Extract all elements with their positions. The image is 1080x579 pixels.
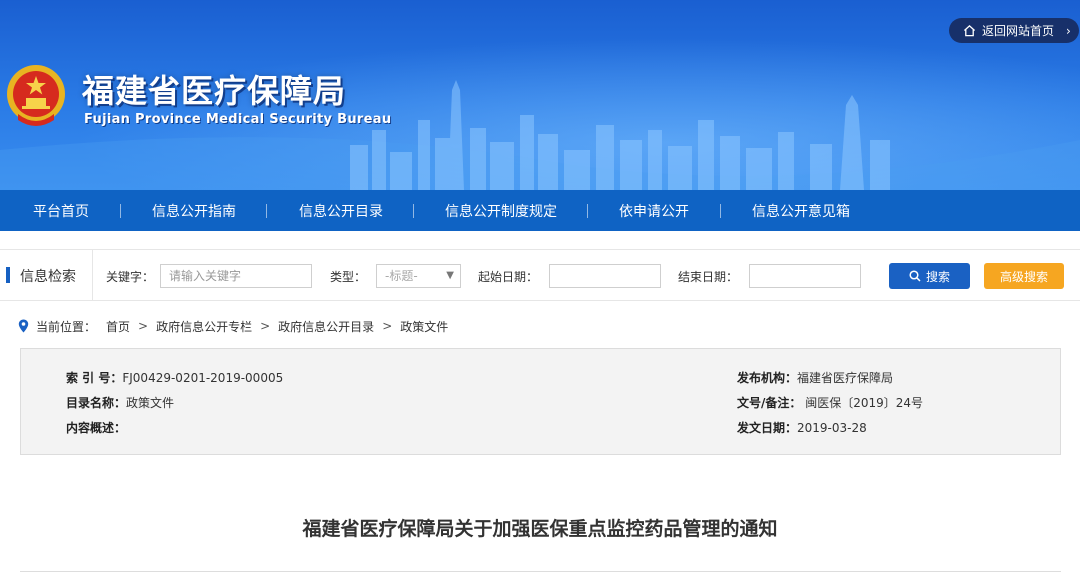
publisher-row: 发布机构：福建省医疗保障局 [737, 369, 893, 386]
chevron-right-icon: › [1066, 23, 1071, 38]
breadcrumb-separator: > [382, 319, 393, 333]
search-section: 信息检索 [0, 250, 93, 300]
breadcrumb-item-catalog[interactable]: 政府信息公开目录 [278, 318, 374, 335]
search-section-label: 信息检索 [20, 269, 76, 285]
nav-separator [266, 203, 267, 218]
type-label: 类型： [330, 270, 367, 284]
nav-item-application[interactable]: 依申请公开 [619, 201, 689, 221]
nav-item-feedback[interactable]: 信息公开意见箱 [752, 201, 850, 221]
advanced-search-button[interactable]: 高级搜索 [984, 263, 1064, 289]
issue-date-key: 发文日期： [737, 421, 798, 435]
issue-date-row: 发文日期：2019-03-28 [737, 419, 867, 436]
start-date-label: 起始日期： [478, 270, 539, 284]
type-select[interactable]: -标题- ▼ [376, 264, 461, 288]
document-number-value: 闽医保〔2019〕24号 [801, 396, 924, 410]
document-metadata-box: 索 引 号：FJ00429-0201-2019-00005 目录名称：政策文件 … [20, 348, 1061, 455]
keyword-input[interactable]: 请输入关键字 [160, 264, 312, 288]
document-title: 福建省医疗保障局关于加强医保重点监控药品管理的通知 [302, 518, 778, 540]
breadcrumb: 当前位置： 首页 > 政府信息公开专栏 > 政府信息公开目录 > 政策文件 [18, 316, 448, 336]
keyword-label: 关键字： [106, 270, 155, 284]
breadcrumb-separator: > [138, 319, 149, 333]
summary-row: 内容概述： [66, 419, 126, 436]
end-date-input[interactable] [749, 264, 861, 288]
return-home-label: 返回网站首页 [982, 24, 1055, 38]
publisher-key: 发布机构： [737, 371, 798, 385]
catalog-key: 目录名称： [66, 396, 127, 410]
return-home-button[interactable]: 返回网站首页 › [949, 18, 1079, 43]
index-number-value: FJ00429-0201-2019-00005 [122, 371, 284, 385]
location-pin-icon [18, 319, 29, 333]
breadcrumb-item-policy[interactable]: 政策文件 [400, 318, 448, 335]
search-button-label: 搜索 [925, 269, 950, 284]
breadcrumb-item-column[interactable]: 政府信息公开专栏 [156, 318, 252, 335]
catalog-value: 政策文件 [126, 396, 175, 410]
nav-item-catalog[interactable]: 信息公开目录 [299, 201, 383, 221]
title-divider [20, 571, 1061, 572]
main-nav: 平台首页 信息公开指南 信息公开目录 信息公开制度规定 依申请公开 信息公开意见… [0, 190, 1080, 231]
index-number-row: 索 引 号：FJ00429-0201-2019-00005 [66, 369, 283, 386]
nav-separator [587, 203, 588, 218]
issue-date-value: 2019-03-28 [797, 421, 867, 435]
city-skyline-illustration [350, 80, 890, 190]
section-marker [6, 267, 10, 283]
search-icon [909, 270, 921, 282]
type-select-value: -标题- [385, 269, 418, 283]
nav-separator [120, 203, 121, 218]
nav-separator [413, 203, 414, 218]
nav-item-home[interactable]: 平台首页 [33, 201, 89, 221]
nav-item-regulations[interactable]: 信息公开制度规定 [445, 201, 557, 221]
publisher-value: 福建省医疗保障局 [797, 371, 894, 385]
site-title: 福建省医疗保障局 [82, 72, 347, 110]
header-banner: 福建省医疗保障局 Fujian Province Medical Securit… [0, 0, 1080, 190]
breadcrumb-item-home[interactable]: 首页 [106, 318, 130, 335]
breadcrumb-separator: > [260, 319, 271, 333]
document-number-row: 文号/备注： 闽医保〔2019〕24号 [737, 394, 923, 411]
summary-key: 内容概述： [66, 421, 127, 435]
breadcrumb-prefix: 当前位置： [36, 319, 97, 334]
start-date-input[interactable] [549, 264, 661, 288]
index-number-key: 索 引 号： [66, 371, 123, 385]
search-bar: 信息检索 关键字： 请输入关键字 类型： -标题- ▼ 起始日期： 结束日期： … [0, 249, 1080, 301]
dropdown-arrow-icon: ▼ [446, 270, 454, 281]
site-subtitle: Fujian Province Medical Security Bureau [84, 112, 392, 127]
nav-separator [720, 203, 721, 218]
national-emblem-icon [7, 65, 65, 126]
nav-item-guide[interactable]: 信息公开指南 [152, 201, 236, 221]
home-icon [963, 24, 976, 37]
document-number-key: 文号/备注： [737, 396, 802, 410]
catalog-row: 目录名称：政策文件 [66, 394, 174, 411]
end-date-label: 结束日期： [678, 270, 739, 284]
search-button[interactable]: 搜索 [889, 263, 970, 289]
